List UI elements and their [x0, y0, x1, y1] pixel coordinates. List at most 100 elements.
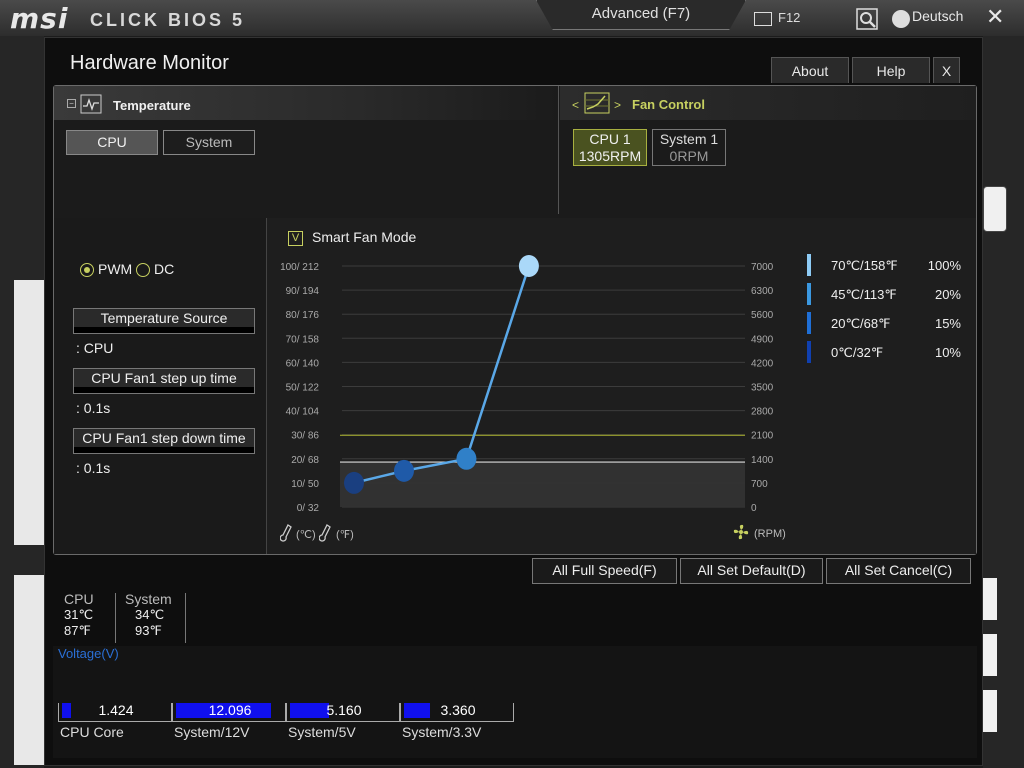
fan-curve-chart[interactable]: 100/ 212 90/ 194 80/ 176 70/ 158 60/ 140 50/ … — [267, 218, 807, 554]
step-down-time-button[interactable]: CPU Fan1 step down time — [73, 428, 255, 454]
voltage-bar: 12.096 — [172, 703, 286, 722]
background-card — [983, 578, 997, 620]
voltage-bar: 1.424 — [58, 703, 172, 722]
thermometer-icon — [319, 524, 331, 542]
all-full-speed-button[interactable]: All Full Speed(F) — [532, 558, 677, 584]
top-bar: msi CLICK BIOS 5 Advanced (F7) F12 Deuts… — [0, 0, 1024, 36]
step-up-time-value: : 0.1s — [76, 400, 111, 416]
fan-icon — [733, 524, 749, 540]
step-down-time-value: : 0.1s — [76, 460, 111, 476]
temperature-readouts: CPU 31℃ 87℉ System 34℃ 93℉ — [53, 591, 193, 643]
y-left-tick-label: 20/ 68 — [291, 455, 319, 466]
about-button[interactable]: About — [771, 57, 849, 83]
y-right-tick-label: 4200 — [751, 358, 774, 369]
radio-pwm-label: PWM — [98, 261, 133, 277]
fan-name: CPU 1 — [589, 131, 631, 147]
system-temp-fahrenheit: 93℉ — [135, 623, 162, 638]
search-icon[interactable] — [856, 8, 878, 30]
readout-divider — [115, 593, 116, 643]
left-axis-ticks: 100/ 212 90/ 194 80/ 176 70/ 158 60/ 140 50/ … — [280, 262, 319, 514]
thermometer-icon — [280, 524, 292, 542]
cpu-temp-fahrenheit: 87℉ — [64, 623, 91, 638]
y-right-tick-label: 1400 — [751, 455, 774, 466]
voltage-value: 1.424 — [98, 702, 134, 718]
legend-temp: 0℃/32℉ — [831, 345, 884, 360]
fan-curve-point — [518, 255, 539, 277]
readout-divider — [185, 593, 186, 643]
voltage-name: System/5V — [288, 724, 356, 740]
fan-curve-legend: 70℃/158℉ 100% 45℃/113℉ 20% 20℃/68℉ 15% 0… — [807, 254, 967, 370]
legend-temp: 70℃/158℉ — [831, 258, 898, 273]
voltage-section: Voltage(V) 1.424 CPU Core 12.096 System/12V… — [53, 646, 977, 758]
y-left-tick-label: 10/ 50 — [291, 479, 319, 490]
fan-select-cpu1[interactable]: CPU 1 1305RPM — [573, 129, 647, 166]
advanced-mode-tab[interactable]: Advanced (F7) — [536, 0, 746, 30]
temperature-source-button[interactable]: Temperature Source — [73, 308, 255, 334]
globe-icon[interactable] — [892, 10, 910, 28]
y-right-tick-label: 2100 — [751, 431, 774, 442]
legend-color-swatch — [807, 341, 811, 363]
fan-name: System 1 — [659, 131, 719, 147]
close-bios-button[interactable]: ✕ — [986, 6, 1006, 28]
cpu-temp-celsius: 31℃ — [64, 607, 94, 622]
fan-curve-point — [344, 471, 364, 494]
y-right-tick-label: 0 — [751, 503, 757, 514]
temp-tab-system[interactable]: System — [163, 130, 255, 155]
y-right-tick-label: 6300 — [751, 286, 774, 297]
legend-row: 70℃/158℉ 100% — [807, 254, 967, 283]
legend-color-swatch — [807, 283, 811, 305]
system-temp-celsius: 34℃ — [135, 607, 165, 622]
legend-percent: 15% — [934, 316, 961, 331]
temperature-header: − Temperature — [54, 86, 558, 120]
fan-control-label: Fan Control — [632, 97, 705, 112]
radio-pwm[interactable]: PWM — [80, 261, 133, 278]
voltage-value: 3.360 — [440, 702, 476, 718]
y-left-tick-label: 100/ 212 — [280, 262, 319, 273]
legend-temp: 20℃/68℉ — [831, 316, 891, 331]
background-card — [983, 690, 997, 732]
right-axis-ticks: 7000630056004900420035002800210014007000 — [751, 262, 774, 514]
close-window-button[interactable]: X — [933, 57, 960, 83]
y-left-tick-label: 30/ 86 — [291, 431, 319, 442]
temp-tab-cpu[interactable]: CPU — [66, 130, 158, 155]
radio-button-icon — [80, 263, 94, 278]
step-up-time-button[interactable]: CPU Fan1 step up time — [73, 368, 255, 394]
fan-select-system1[interactable]: System 1 0RPM — [652, 129, 726, 166]
background-card — [14, 280, 44, 545]
system-temp-label: System — [125, 591, 172, 607]
fan-settings-pane: PWM DC Temperature Source : CPU CPU Fan1… — [54, 218, 266, 554]
voltage-bar: 5.160 — [286, 703, 400, 722]
language-selector[interactable]: Deutsch — [912, 8, 963, 24]
window-title: Hardware Monitor — [70, 52, 229, 74]
voltage-name: CPU Core — [60, 724, 124, 740]
fan-curve-icon — [584, 92, 610, 114]
y-left-tick-label: 0/ 32 — [297, 503, 320, 514]
fan-prev-arrow-icon[interactable]: < — [572, 98, 579, 112]
fan-next-arrow-icon[interactable]: > — [614, 98, 621, 112]
voltage-name: System/12V — [174, 724, 250, 740]
voltage-value: 5.160 — [326, 702, 362, 718]
screenshot-key-label: F12 — [778, 10, 801, 25]
section-divider — [558, 86, 559, 214]
all-set-cancel-button[interactable]: All Set Cancel(C) — [826, 558, 971, 584]
legend-row: 20℃/68℉ 15% — [807, 312, 967, 341]
y-right-tick-label: 700 — [751, 479, 768, 490]
legend-color-swatch — [807, 254, 811, 276]
fan-rpm: 0RPM — [669, 148, 709, 164]
rpm-unit-label: (RPM) — [754, 528, 786, 540]
screenshot-icon — [754, 11, 772, 26]
legend-row: 0℃/32℉ 10% — [807, 341, 967, 370]
collapse-toggle[interactable]: − — [67, 99, 76, 108]
fan-rpm: 1305RPM — [578, 148, 642, 164]
hardware-monitor-window: Hardware Monitor About Help X − Temperat… — [44, 37, 983, 766]
y-left-tick-label: 50/ 122 — [286, 383, 320, 394]
screenshot-button[interactable]: F12 — [754, 10, 800, 26]
y-left-tick-label: 80/ 176 — [286, 310, 320, 321]
fan-curve-point — [393, 459, 414, 482]
temperature-source-value: : CPU — [76, 340, 114, 356]
y-left-tick-label: 60/ 140 — [286, 358, 320, 369]
smart-fan-pane: V Smart Fan Mode 100/ 212 90/ 194 80/ 176 7… — [266, 218, 976, 554]
radio-dc[interactable]: DC — [136, 261, 174, 278]
all-set-default-button[interactable]: All Set Default(D) — [680, 558, 823, 584]
help-button[interactable]: Help — [852, 57, 930, 83]
